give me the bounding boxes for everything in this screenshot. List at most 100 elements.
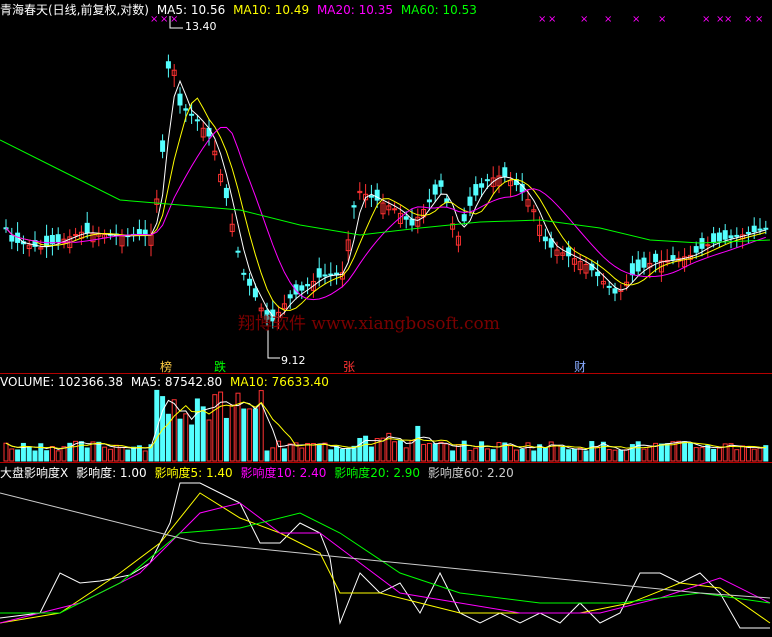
volume-bar: [508, 445, 514, 462]
event-x-mark: ×: [580, 14, 588, 25]
volume-bar: [693, 447, 699, 462]
volume-bar: [554, 445, 560, 462]
volume-bar: [757, 447, 763, 462]
high-price-label: 13.40: [185, 20, 217, 33]
volume-bar: [119, 447, 125, 462]
volume-bar: [107, 448, 113, 462]
candle-body: [502, 167, 508, 178]
candle-body: [368, 195, 374, 198]
volume-bar: [751, 448, 757, 462]
candle-body: [165, 61, 171, 69]
event-x-mark: ×: [538, 14, 546, 25]
candle-body: [473, 184, 479, 196]
volume-bar: [142, 450, 148, 462]
volume-bar: [600, 441, 606, 462]
candle-body: [641, 257, 647, 268]
price-pane[interactable]: 青海春天(日线,前复权,对数) MA5: 10.56 MA10: 10.49 M…: [0, 0, 772, 375]
event-x-mark: ×: [632, 14, 640, 25]
ma5-value: MA5: 10.56: [156, 3, 226, 17]
candle-body: [606, 285, 612, 288]
volume-bar: [212, 394, 218, 462]
candle-body: [763, 227, 769, 230]
marker-cai[interactable]: 财: [574, 358, 586, 375]
volume-bar: [740, 445, 746, 462]
volume-bar: [55, 450, 61, 462]
volume-bar: [432, 443, 438, 462]
volume-bar: [276, 440, 282, 462]
ma10-line: [5, 97, 766, 311]
marker-zhang[interactable]: 张: [343, 358, 355, 375]
volume-bar: [345, 447, 351, 462]
volume-bar: [32, 450, 38, 462]
candle-body: [426, 199, 432, 203]
volume-bar: [206, 419, 212, 462]
event-x-mark: ×: [755, 14, 763, 25]
candle-body: [247, 278, 253, 286]
volume-bar: [635, 441, 641, 462]
candle-body: [328, 273, 334, 276]
volume-pane[interactable]: VOLUME: 102366.38 MA5: 87542.80 MA10: 76…: [0, 374, 772, 462]
candle-body: [223, 187, 229, 199]
volume-bar: [15, 449, 21, 462]
volume-bar: [328, 449, 334, 462]
volume-bar: [496, 442, 502, 462]
candle-body: [653, 253, 659, 263]
candle-body: [693, 246, 699, 253]
volume-bar: [734, 449, 740, 462]
volume-bar: [618, 449, 624, 462]
volume-bar: [305, 442, 311, 462]
volume-bar: [177, 418, 183, 462]
volume-bar: [571, 448, 577, 462]
price-legend: 青海春天(日线,前复权,对数) MA5: 10.56 MA10: 10.49 M…: [0, 1, 481, 18]
volume-bar: [641, 448, 647, 462]
volume-value: VOLUME: 102366.38: [0, 375, 123, 389]
volume-bar: [403, 447, 409, 462]
volume-bar: [125, 449, 131, 462]
candle-body: [461, 214, 467, 222]
volume-bar: [513, 449, 519, 462]
volume-bar: [745, 446, 751, 462]
volume-bar: [682, 441, 688, 462]
candle-body: [484, 179, 490, 182]
volume-bar: [189, 424, 195, 462]
candle-body: [189, 113, 195, 116]
indicator-chart[interactable]: [0, 463, 772, 637]
indicator-title: 大盘影响度X: [0, 466, 69, 480]
marker-bang[interactable]: 榜: [160, 358, 172, 375]
volume-bar: [49, 446, 55, 462]
event-x-mark: ×: [724, 14, 732, 25]
candle-body: [183, 108, 189, 111]
volume-ma10: MA10: 76633.40: [229, 375, 329, 389]
volume-bar: [229, 404, 235, 462]
volume-bar: [368, 446, 374, 462]
volume-bar: [484, 448, 490, 462]
candle-body: [751, 225, 757, 233]
candle-body: [728, 235, 734, 239]
candle-body: [734, 234, 740, 237]
candle-body: [757, 228, 763, 231]
volume-bar: [322, 442, 328, 462]
volume-bar: [357, 437, 363, 462]
volume-bar: [102, 446, 108, 462]
volume-bar: [467, 449, 473, 462]
volume-bar: [542, 447, 548, 462]
candle-body: [177, 93, 183, 106]
event-x-mark: ×: [658, 14, 666, 25]
volume-bar: [421, 443, 427, 462]
marker-die[interactable]: 跌: [214, 358, 226, 375]
candle-body: [392, 208, 398, 211]
indicator-pane[interactable]: 大盘影响度X 影响度: 1.00 影响度5: 1.40 影响度10: 2.40 …: [0, 463, 772, 637]
volume-bar: [194, 398, 200, 462]
volume-bar: [624, 449, 630, 462]
volume-bar: [3, 442, 9, 462]
candle-body: [252, 288, 258, 298]
volume-bar: [44, 450, 50, 462]
volume-bar: [455, 444, 461, 462]
candle-body: [629, 263, 635, 276]
volume-bar: [241, 408, 247, 462]
volume-bar: [96, 441, 102, 462]
volume-bar: [595, 446, 601, 462]
candle-body: [316, 268, 322, 278]
volume-bar: [281, 448, 287, 462]
ma20-line: [5, 126, 766, 301]
